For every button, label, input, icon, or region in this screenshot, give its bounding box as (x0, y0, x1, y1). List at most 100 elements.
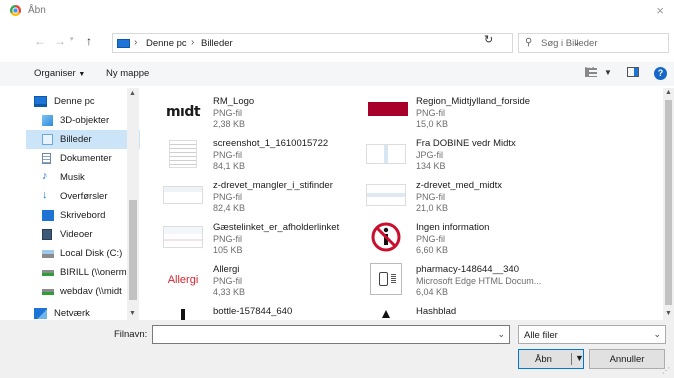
sidebar-item-label: webdav (\\midt (60, 286, 122, 297)
file-name: Fra DOBINE vedr Midtx (416, 138, 516, 149)
scroll-down-icon[interactable]: ▼ (665, 310, 672, 317)
file-item[interactable]: Gæstelinket_er_afholderlinket PNG-fil 10… (143, 218, 339, 258)
file-item[interactable]: Ingen information PNG-fil 6,60 KB (346, 218, 536, 258)
file-item[interactable]: pharmacy-148644__340 Microsoft Edge HTML… (346, 260, 541, 300)
file-list: mıdt RM_Logo PNG-fil 2,38 KB Region_Midt… (143, 88, 663, 320)
file-item[interactable]: Allergi Allergi PNG-fil 4,33 KB (143, 260, 333, 300)
window-title: Åbn (28, 5, 46, 16)
sidebar-item-documents[interactable]: Dokumenter (26, 149, 140, 168)
search-input[interactable]: Søg i Billeder (541, 38, 598, 49)
caret-down-icon[interactable]: ▼ (604, 68, 612, 77)
chevron-right-icon[interactable]: › (191, 37, 194, 48)
navigation-pane: Denne pc 3D-objekter Billeder Dokumenter… (26, 88, 141, 320)
sidebar-item-desktop[interactable]: Skrivebord (26, 206, 140, 225)
organize-button[interactable]: Organiser ▼ (34, 68, 85, 79)
address-bar[interactable]: › Denne pc › Billeder ⌄ (112, 33, 581, 53)
music-icon: ♪ (42, 170, 48, 182)
scrollbar-thumb[interactable] (665, 100, 672, 305)
network-drive-icon (42, 289, 54, 295)
file-size: 134 KB (416, 161, 446, 171)
sidebar-item-pictures[interactable]: Billeder (26, 130, 140, 149)
no-information-icon (370, 221, 402, 253)
file-size: 105 KB (213, 245, 243, 255)
recent-locations-dropdown[interactable]: ▾ (70, 35, 74, 43)
new-folder-button[interactable]: Ny mappe (106, 68, 149, 79)
cube-icon (42, 115, 53, 126)
file-size: 4,33 KB (213, 287, 246, 297)
file-type: PNG-fil (213, 108, 242, 118)
breadcrumb-this-pc[interactable]: Denne pc (146, 38, 187, 49)
sidebar-item-label: Skrivebord (60, 210, 106, 221)
file-size: 6,04 KB (416, 287, 449, 297)
screenshot-thumbnail (366, 144, 406, 164)
file-item[interactable]: Fra DOBINE vedr Midtx JPG-fil 134 KB (346, 134, 536, 174)
sidebar-item-videos[interactable]: Videoer (26, 225, 140, 244)
file-size: 15,0 KB (416, 119, 449, 129)
caret-down-icon: ▼ (78, 71, 86, 78)
close-button[interactable]: × (656, 3, 664, 18)
resize-grip-icon[interactable]: ⋰ (662, 366, 670, 375)
lines-icon (391, 274, 396, 284)
sidebar-item-webdav[interactable]: webdav (\\midt (26, 282, 140, 301)
file-size: 84,1 KB (213, 161, 246, 171)
open-button[interactable]: Åbn ▼ (518, 349, 584, 369)
mdt-logo-thumbnail: mıdt (163, 98, 203, 126)
sidebar-item-birill[interactable]: BIRILL (\\onerm. (26, 263, 140, 282)
cancel-button[interactable]: Annuller (589, 349, 665, 369)
file-name: screenshot_1_1610015722 (213, 138, 329, 149)
file-item[interactable]: Hashblad (346, 302, 536, 320)
up-button[interactable]: ↑ (86, 34, 92, 48)
sidebar-item-downloads[interactable]: ↓ Overførsler (26, 187, 140, 206)
file-name: Region_Midtjylland_forside (416, 96, 531, 107)
sidebar-item-network[interactable]: Netværk (26, 304, 140, 320)
help-icon[interactable]: ? (654, 67, 667, 80)
sidebar-item-label: Videoer (60, 229, 93, 240)
file-item[interactable]: z-drevet_mangler_i_stifinder PNG-fil 82,… (143, 176, 333, 216)
file-name: Allergi (213, 264, 240, 275)
sidebar-scrollbar[interactable]: ▲ ▼ (127, 88, 139, 320)
file-item[interactable]: mıdt RM_Logo PNG-fil 2,38 KB (143, 92, 333, 132)
search-box[interactable]: ⚲ Søg i Billeder (518, 33, 669, 53)
document-thumbnail (169, 140, 197, 168)
sidebar-item-music[interactable]: ♪ Musik (26, 168, 140, 187)
breadcrumb-pictures[interactable]: Billeder (201, 38, 233, 49)
back-button[interactable]: ← (34, 34, 46, 48)
file-item[interactable]: bottle-157844_640 (143, 302, 333, 320)
file-item[interactable]: screenshot_1_1610015722 PNG-fil 84,1 KB (143, 134, 333, 174)
scroll-up-icon[interactable]: ▲ (129, 90, 136, 97)
sidebar-item-label: Musik (60, 172, 85, 183)
network-icon (34, 308, 47, 319)
navigation-bar: ← → ▾ ↑ › Denne pc › Billeder ⌄ ↻ ⚲ Søg … (0, 30, 674, 54)
chevron-down-icon[interactable]: ⌄ (497, 329, 505, 340)
file-type-filter[interactable]: Alle filer ⌄ (518, 325, 666, 344)
network-drive-icon (42, 270, 54, 276)
sidebar-item-label: Local Disk (C:) (60, 248, 123, 259)
sidebar-item-local-disk[interactable]: Local Disk (C:) (26, 244, 140, 263)
file-name: z-drevet_med_midtx (416, 180, 503, 191)
command-bar: Organiser ▼ Ny mappe ▼ ? (0, 62, 674, 86)
thumbnail-text: mıdt (165, 104, 201, 120)
file-name: Ingen information (416, 222, 490, 233)
search-icon: ⚲ (525, 37, 533, 48)
refresh-icon[interactable]: ↻ (484, 33, 493, 46)
caret-down-icon[interactable]: ▼ (575, 353, 584, 363)
scroll-up-icon[interactable]: ▲ (665, 89, 672, 96)
chevron-right-icon[interactable]: › (134, 37, 137, 48)
forward-button[interactable]: → (54, 34, 66, 48)
file-list-scrollbar[interactable]: ▲ ▼ (663, 88, 674, 320)
file-item[interactable]: z-drevet_med_midtx PNG-fil 21,0 KB (346, 176, 536, 216)
file-item[interactable]: Region_Midtjylland_forside PNG-fil 15,0 … (346, 92, 536, 132)
file-type: PNG-fil (416, 192, 445, 202)
scroll-down-icon[interactable]: ▼ (129, 310, 136, 317)
document-icon (42, 153, 51, 164)
file-name: Gæstelinket_er_afholderlinket (213, 222, 340, 233)
split-divider (571, 353, 572, 365)
preview-pane-icon[interactable] (627, 67, 639, 77)
sidebar-item-this-pc[interactable]: Denne pc (26, 92, 140, 111)
edge-document-icon (370, 263, 402, 295)
filename-input[interactable]: ⌄ (152, 325, 510, 344)
file-size: 6,60 KB (416, 245, 449, 255)
view-options-icon[interactable] (585, 67, 597, 77)
sidebar-item-3d-objects[interactable]: 3D-objekter (26, 111, 140, 130)
scrollbar-thumb[interactable] (129, 200, 137, 300)
